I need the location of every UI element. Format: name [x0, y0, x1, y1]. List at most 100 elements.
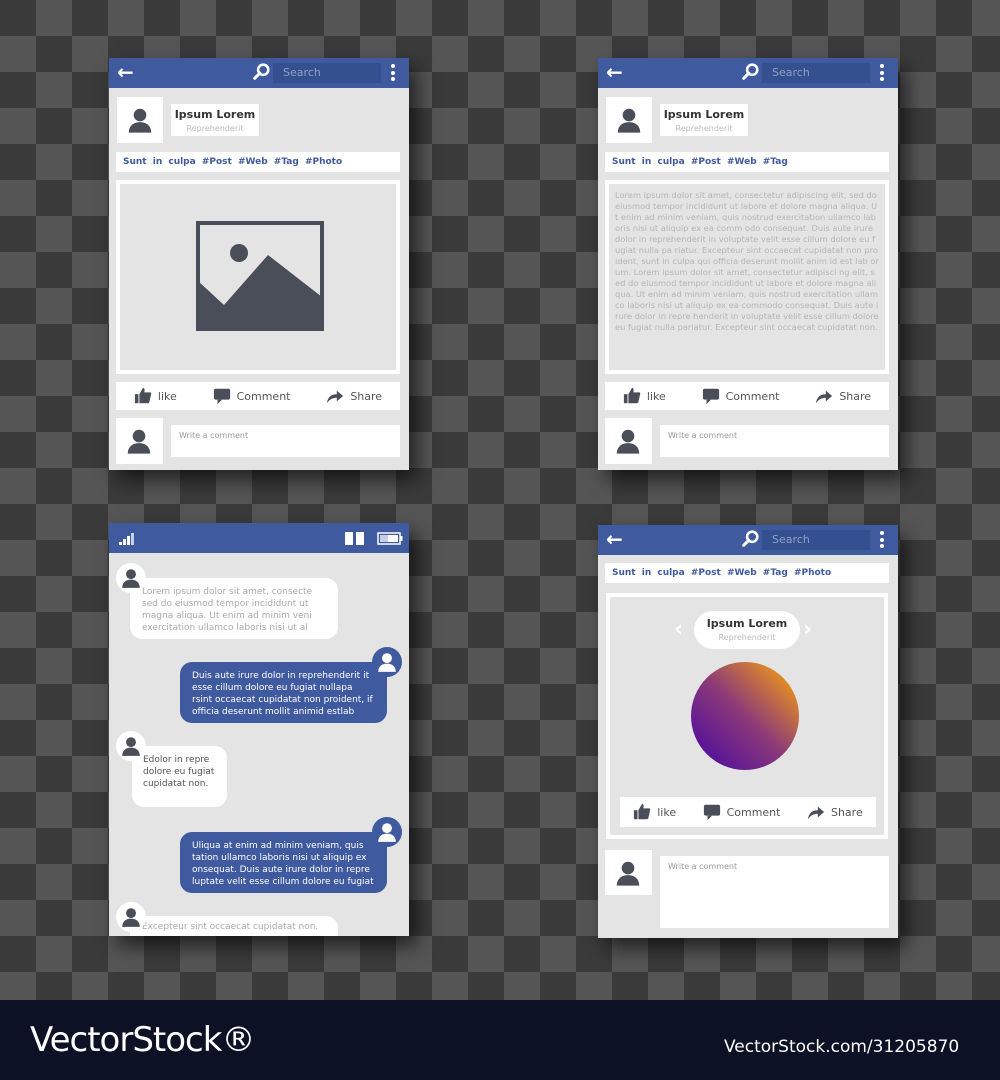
- message-incoming: Excepteur sint occaecat cupidatat non.: [130, 916, 338, 936]
- search-input[interactable]: Search: [762, 63, 870, 83]
- battery-icon: [377, 532, 403, 545]
- comment-button[interactable]: Comment: [702, 387, 780, 405]
- comment-icon: [213, 387, 231, 405]
- contact-avatar: [116, 563, 146, 593]
- user-icon: [376, 821, 398, 843]
- image-placeholder-icon: [196, 221, 324, 331]
- back-arrow-icon[interactable]: ←: [117, 62, 134, 82]
- like-label: like: [657, 805, 677, 819]
- top-bar: ← Search: [598, 58, 898, 88]
- own-avatar: [372, 817, 402, 847]
- search-icon[interactable]: [742, 530, 759, 547]
- action-bar: like Comment Share: [620, 797, 876, 827]
- top-bar: ← Search: [598, 525, 898, 555]
- more-menu-icon[interactable]: [880, 531, 884, 551]
- profile-name-card[interactable]: Ipsum Lorem Reprehenderit: [694, 611, 800, 649]
- profile-name-card[interactable]: Ipsum Lorem Reprehenderit: [660, 104, 748, 136]
- user-icon: [120, 567, 142, 589]
- vectorstock-logo: VectorStock®: [30, 1020, 255, 1060]
- comment-icon: [702, 387, 720, 405]
- thumbs-up-icon: [623, 387, 641, 405]
- prev-arrow-icon[interactable]: ‹: [674, 617, 683, 642]
- action-bar: like Comment Share: [116, 382, 400, 410]
- own-avatar: [372, 647, 402, 677]
- comment-label: Comment: [726, 805, 781, 819]
- profile-name: Ipsum Lorem: [706, 617, 788, 630]
- chat-panel: Lorem ipsum dolor sit amet, consecte sed…: [109, 523, 409, 936]
- user-icon: [376, 651, 398, 673]
- share-button[interactable]: Share: [326, 387, 382, 405]
- back-arrow-icon[interactable]: ←: [606, 62, 623, 82]
- message-incoming: Lorem ipsum dolor sit amet, consecte sed…: [130, 578, 338, 639]
- top-bar: ← Search: [109, 58, 409, 88]
- user-icon: [125, 427, 153, 455]
- message-outgoing: Duis aute irure dolor in reprehenderit i…: [180, 662, 387, 723]
- profile-subtitle: Reprehenderit: [675, 124, 733, 133]
- photo-area[interactable]: [116, 180, 400, 374]
- user-icon: [120, 735, 142, 757]
- comment-icon: [703, 803, 721, 821]
- profile-subtitle: Reprehenderit: [718, 633, 776, 642]
- comment-button[interactable]: Comment: [213, 387, 291, 405]
- action-bar: like Comment Share: [605, 382, 889, 410]
- tags-bar[interactable]: Sunt in culpa #Post #Web #Tag #Photo: [605, 563, 889, 583]
- back-arrow-icon[interactable]: ←: [606, 529, 623, 549]
- search-icon[interactable]: [742, 63, 759, 80]
- share-button[interactable]: Share: [807, 803, 863, 821]
- comment-input[interactable]: Write a comment: [171, 425, 400, 457]
- comment-label: Comment: [725, 389, 780, 403]
- post-text: Lorem ipsum dolor sit amet, consectetur …: [609, 184, 885, 370]
- next-arrow-icon[interactable]: ›: [803, 617, 812, 642]
- comment-button[interactable]: Comment: [703, 803, 781, 821]
- share-icon: [815, 387, 833, 405]
- profile-subtitle: Reprehenderit: [186, 124, 244, 133]
- gradient-circle-image[interactable]: [691, 662, 799, 770]
- message-incoming: Edolor in repre dolore eu fugiat cupidat…: [132, 746, 227, 807]
- like-label: like: [646, 389, 666, 403]
- more-menu-icon[interactable]: [391, 64, 395, 84]
- comment-input[interactable]: Write a comment: [660, 856, 889, 928]
- media-card: ‹ Ipsum Lorem Reprehenderit › like Commen…: [606, 593, 888, 839]
- like-label: like: [157, 389, 177, 403]
- image-id: VectorStock.com/31205870: [724, 1037, 960, 1057]
- user-icon: [120, 906, 142, 928]
- commenter-avatar: [116, 418, 163, 464]
- gallery-post-panel: ← Search Sunt in culpa #Post #Web #Tag #…: [598, 525, 898, 938]
- post-text-area: Lorem ipsum dolor sit amet, consectetur …: [605, 180, 889, 374]
- search-input[interactable]: Search: [762, 530, 870, 550]
- like-button[interactable]: like: [633, 803, 676, 821]
- tags-bar[interactable]: Sunt in culpa #Post #Web #Tag: [605, 152, 889, 172]
- pause-icon[interactable]: [345, 532, 365, 545]
- user-icon: [614, 859, 642, 887]
- share-icon: [807, 803, 825, 821]
- commenter-avatar: [605, 418, 652, 464]
- avatar[interactable]: [606, 97, 652, 143]
- profile-name: Ipsum Lorem: [174, 108, 256, 121]
- search-input[interactable]: Search: [273, 63, 381, 83]
- search-icon[interactable]: [253, 63, 270, 80]
- commenter-avatar: [605, 850, 652, 895]
- profile-name-card[interactable]: Ipsum Lorem Reprehenderit: [171, 104, 259, 136]
- watermark-footer: VectorStock® VectorStock.com/31205870: [0, 1000, 1000, 1080]
- user-icon: [614, 427, 642, 455]
- contact-avatar: [116, 731, 146, 761]
- tags-bar[interactable]: Sunt in culpa #Post #Web #Tag #Photo: [116, 152, 400, 172]
- comment-input[interactable]: Write a comment: [660, 425, 889, 457]
- message-outgoing: Uliqua at enim ad minim veniam, quis tat…: [180, 832, 387, 893]
- share-label: Share: [830, 805, 863, 819]
- like-button[interactable]: like: [623, 387, 666, 405]
- thumbs-up-icon: [633, 803, 651, 821]
- share-label: Share: [350, 389, 383, 403]
- text-post-panel: ← Search Ipsum Lorem Reprehenderit Sunt i…: [598, 58, 898, 470]
- user-icon: [126, 106, 154, 134]
- more-menu-icon[interactable]: [880, 64, 884, 84]
- profile-name: Ipsum Lorem: [663, 108, 745, 121]
- signal-icon: [119, 533, 134, 545]
- share-label: Share: [839, 389, 872, 403]
- thumbs-up-icon: [134, 387, 152, 405]
- like-button[interactable]: like: [134, 387, 177, 405]
- share-button[interactable]: Share: [815, 387, 871, 405]
- contact-avatar: [116, 902, 146, 932]
- user-icon: [615, 106, 643, 134]
- avatar[interactable]: [117, 97, 163, 143]
